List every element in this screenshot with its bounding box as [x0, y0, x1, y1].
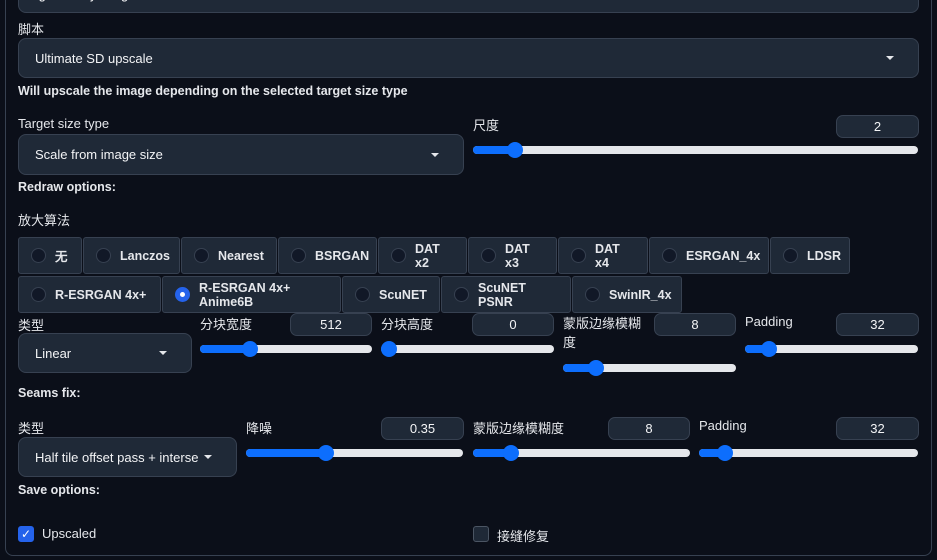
upscaler-option[interactable]: BSRGAN: [278, 237, 377, 274]
seams-type-dropdown[interactable]: Half tile offset pass + interse: [18, 437, 237, 477]
radio-icon: [585, 287, 600, 302]
radio-icon: [662, 248, 677, 263]
tile-height-label: 分块高度: [381, 317, 434, 332]
upscaler-option[interactable]: LDSR: [770, 237, 850, 274]
denoise-number[interactable]: 0.35: [381, 417, 464, 440]
target-size-label: Target size type: [18, 116, 110, 131]
radio-icon: [175, 287, 190, 302]
radio-icon: [31, 287, 46, 302]
radio-icon: [291, 248, 306, 263]
radio-icon: [783, 248, 798, 263]
chevron-down-icon: [159, 351, 167, 355]
upscaler-option[interactable]: Nearest: [181, 237, 277, 274]
redraw-type-value: Linear: [35, 345, 72, 361]
padding-slider[interactable]: [745, 341, 918, 357]
upscaler-option[interactable]: DAT x2: [378, 237, 467, 274]
radio-icon: [391, 248, 406, 263]
mask-blur-number[interactable]: 8: [654, 313, 736, 336]
redraw-type-label: 类型: [18, 318, 45, 333]
upscaler-option-label: ESRGAN_4x: [686, 248, 761, 263]
redraw-options-label: Redraw options:: [18, 180, 116, 194]
seams-mask-blur-label: 蒙版边缘模糊度: [473, 421, 565, 436]
upscaler-option-label: ScuNET: [379, 287, 427, 302]
scale-slider[interactable]: [473, 142, 918, 158]
radio-icon: [454, 287, 469, 302]
denoise-slider[interactable]: [246, 445, 463, 461]
upscaled-label: Upscaled: [42, 526, 97, 541]
upscaler-option[interactable]: ScuNET PSNR: [441, 276, 571, 313]
tile-height-number[interactable]: 0: [472, 313, 554, 336]
upscaler-option[interactable]: Lanczos: [83, 237, 180, 274]
seams-fix-save-label: 接缝修复: [497, 529, 550, 544]
upscaler-label: 放大算法: [18, 213, 71, 228]
top-input[interactable]: [19, 0, 918, 12]
radio-icon: [31, 248, 46, 263]
upscaler-option-label: DAT x4: [595, 241, 620, 270]
upscaler-option[interactable]: DAT x4: [558, 237, 648, 274]
top-input-box: [18, 0, 919, 13]
upscaler-option-label: BSRGAN: [315, 248, 370, 263]
padding-label: Padding: [745, 314, 793, 329]
seams-fix-checkbox[interactable]: [473, 526, 489, 542]
mask-blur-label: 蒙版边缘模糊度: [563, 316, 642, 350]
script-value: Ultimate SD upscale: [35, 50, 153, 66]
radio-icon: [481, 248, 496, 263]
slider-thumb[interactable]: [588, 360, 605, 376]
upscaler-option[interactable]: R-ESRGAN 4x+: [18, 276, 161, 313]
upscaler-option[interactable]: R-ESRGAN 4x+ Anime6B: [162, 276, 341, 313]
chevron-down-icon: [204, 455, 212, 459]
chevron-down-icon: [886, 56, 894, 60]
radio-icon: [355, 287, 370, 302]
denoise-label: 降噪: [246, 421, 273, 436]
mask-blur-slider[interactable]: [563, 360, 736, 376]
seams-padding-slider[interactable]: [699, 445, 918, 461]
tile-height-slider[interactable]: [381, 341, 554, 357]
chevron-down-icon: [431, 152, 439, 157]
script-label: 脚本: [18, 22, 45, 37]
upscaled-checkbox[interactable]: ✓: [18, 526, 34, 542]
seams-type-label: 类型: [18, 421, 45, 436]
scale-number[interactable]: 2: [836, 115, 919, 138]
upscaler-option[interactable]: SwinIR_4x: [572, 276, 682, 313]
slider-thumb[interactable]: [242, 341, 259, 357]
seams-padding-number[interactable]: 32: [836, 417, 919, 440]
upscaler-option-label: 无: [55, 250, 68, 264]
scale-label: 尺度: [473, 118, 500, 133]
slider-thumb[interactable]: [760, 341, 777, 357]
upscaler-option-label: Lanczos: [120, 248, 171, 263]
upscaler-option-label: LDSR: [807, 248, 842, 263]
slider-thumb[interactable]: [381, 341, 397, 357]
upscaler-option-label: DAT x2: [415, 241, 440, 270]
target-size-dropdown[interactable]: Scale from image size: [18, 134, 464, 175]
upscaler-option[interactable]: DAT x3: [468, 237, 557, 274]
seams-mask-blur-slider[interactable]: [473, 445, 690, 461]
upscaler-option[interactable]: ScuNET: [342, 276, 440, 313]
radio-icon: [96, 248, 111, 263]
radio-icon: [571, 248, 586, 263]
target-size-value: Scale from image size: [35, 147, 163, 162]
seams-padding-label: Padding: [699, 418, 747, 433]
upscaler-option-label: SwinIR_4x: [609, 287, 672, 302]
seams-type-value: Half tile offset pass + interse: [35, 449, 199, 465]
tile-width-slider[interactable]: [200, 341, 372, 357]
save-options-label: Save options:: [18, 483, 100, 497]
seams-mask-blur-number[interactable]: 8: [608, 417, 690, 440]
tile-width-label: 分块宽度: [200, 317, 253, 332]
script-dropdown[interactable]: Ultimate SD upscale: [18, 38, 919, 78]
upscaler-option-label: Nearest: [218, 248, 264, 263]
upscaler-option-label: ScuNET PSNR: [478, 280, 526, 309]
upscaler-option-label: R-ESRGAN 4x+ Anime6B: [199, 280, 291, 309]
upscaler-option[interactable]: 无: [18, 237, 82, 274]
padding-number[interactable]: 32: [836, 313, 919, 336]
redraw-type-dropdown[interactable]: Linear: [18, 333, 192, 373]
upscaler-option-label: DAT x3: [505, 241, 530, 270]
radio-icon: [194, 248, 209, 263]
upscaler-option-label: R-ESRGAN 4x+: [55, 287, 147, 302]
tile-width-number[interactable]: 512: [290, 313, 372, 336]
seams-fix-label: Seams fix:: [18, 386, 81, 400]
slider-fill: [246, 449, 327, 457]
upscaler-option[interactable]: ESRGAN_4x: [649, 237, 769, 274]
script-info: Will upscale the image depending on the …: [18, 84, 408, 98]
